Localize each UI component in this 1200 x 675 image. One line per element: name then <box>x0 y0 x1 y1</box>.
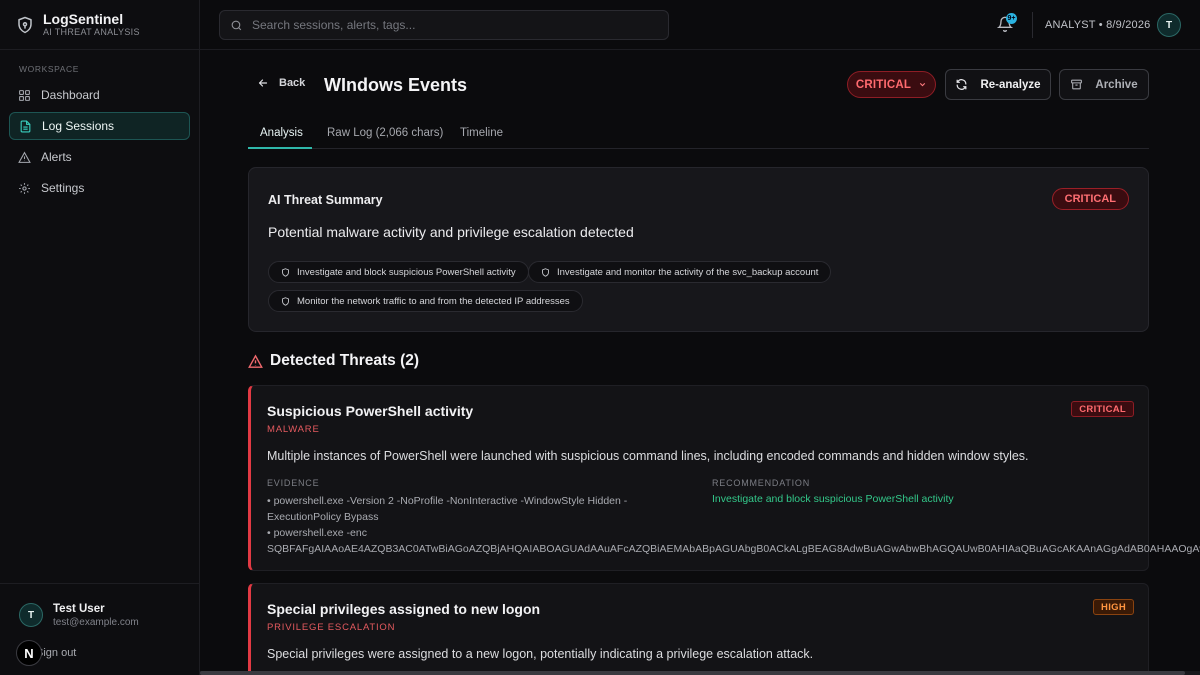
active-tab-indicator <box>248 147 312 149</box>
user-avatar[interactable]: T <box>19 603 43 627</box>
topbar-divider <box>1032 12 1033 38</box>
evidence-item: • powershell.exe -Version 2 -NoProfile -… <box>267 495 628 523</box>
sidebar-item-settings[interactable]: Settings <box>9 174 190 202</box>
archive-label: Archive <box>1095 78 1138 91</box>
evidence-label: EVIDENCE <box>267 478 320 488</box>
sidebar-footer: T Test User test@example.com Sign out N <box>0 583 200 675</box>
warning-icon <box>18 151 31 164</box>
sidebar-item-label: Alerts <box>41 150 72 164</box>
detected-threats-title: Detected Threats (2) <box>270 352 420 369</box>
sidebar-item-label: Dashboard <box>41 88 100 102</box>
summary-title: AI Threat Summary <box>268 193 383 207</box>
warning-icon <box>248 353 263 369</box>
back-label: Back <box>279 77 306 89</box>
next-devtools-badge[interactable]: N <box>16 640 42 666</box>
refresh-icon <box>955 78 968 91</box>
sidebar-item-label: Settings <box>41 181 85 195</box>
arrow-left-icon <box>257 77 269 89</box>
sidebar-item-log-sessions[interactable]: Log Sessions <box>9 112 190 140</box>
brand[interactable]: LogSentinel AI THREAT ANALYSIS <box>0 0 199 50</box>
shield-icon <box>281 296 290 306</box>
threat-severity-badge: HIGH <box>1093 599 1134 615</box>
chevron-down-icon <box>918 80 927 89</box>
workspace-label: WORKSPACE <box>19 64 80 74</box>
back-button[interactable]: Back <box>257 77 305 89</box>
reanalyze-label: Re-analyze <box>980 78 1041 91</box>
summary-severity-badge: CRITICAL <box>1051 188 1129 210</box>
ai-threat-summary-card: AI Threat Summary CRITICAL Potential mal… <box>248 167 1149 332</box>
horizontal-scrollbar-thumb[interactable] <box>200 671 1185 675</box>
threat-card[interactable]: Special privileges assigned to new logon… <box>248 583 1149 675</box>
recommendation-text: Investigate and block suspicious PowerSh… <box>712 493 954 505</box>
threat-description: Special privileges were assigned to a ne… <box>267 647 814 661</box>
sidebar-item-alerts[interactable]: Alerts <box>9 143 190 171</box>
recommendation-pill[interactable]: Investigate and block suspicious PowerSh… <box>268 261 529 283</box>
app-subtitle: AI THREAT ANALYSIS <box>43 27 140 37</box>
shield-icon <box>16 16 34 34</box>
evidence-item: • powershell.exe -enc <box>267 527 367 539</box>
notification-count-badge: 9+ <box>1006 13 1017 24</box>
threat-card[interactable]: Suspicious PowerShell activity MALWARE C… <box>248 385 1200 571</box>
severity-dropdown[interactable]: CRITICAL <box>847 71 936 98</box>
sidebar-item-label: Log Sessions <box>42 119 115 133</box>
user-email: test@example.com <box>53 617 139 628</box>
recommendation-pill[interactable]: Investigate and monitor the activity of … <box>528 261 832 283</box>
page-title: WIndows Events <box>324 75 468 95</box>
evidence-list: • powershell.exe -Version 2 -NoProfile -… <box>267 493 1200 557</box>
recommendation-label: RECOMMENDATION <box>712 478 811 488</box>
tab-analysis[interactable]: Analysis <box>260 127 303 139</box>
sidebar-item-dashboard[interactable]: Dashboard <box>9 81 190 109</box>
threat-title: Special privileges assigned to new logon <box>267 601 541 617</box>
detected-threats-heading: Detected Threats (2) <box>248 352 419 370</box>
archive-icon <box>1070 78 1083 91</box>
tab-timeline[interactable]: Timeline <box>460 127 503 139</box>
threat-title: Suspicious PowerShell activity <box>267 403 474 419</box>
topbar: 9+ ANALYST • 8/9/2026 T <box>200 0 1200 50</box>
search-icon <box>230 19 243 32</box>
search-input[interactable] <box>252 18 652 32</box>
sidebar: LogSentinel AI THREAT ANALYSIS WORKSPACE… <box>0 0 200 675</box>
gear-icon <box>18 182 31 195</box>
topbar-avatar[interactable]: T <box>1157 13 1181 37</box>
document-icon <box>19 120 32 133</box>
tab-raw-log[interactable]: Raw Log (2,066 chars) <box>327 127 443 139</box>
severity-dropdown-label: CRITICAL <box>855 78 912 91</box>
sign-out-link[interactable]: Sign out <box>36 647 76 659</box>
app-name: LogSentinel <box>43 11 124 27</box>
evidence-item-encoded: SQBFAFgAIAAoAE4AZQB3AC0ATwBiAGoAZQBjAHQA… <box>267 543 1200 555</box>
recommendation-pill[interactable]: Monitor the network traffic to and from … <box>268 290 583 312</box>
grid-icon <box>18 89 31 102</box>
recommendation-pill-label: Monitor the network traffic to and from … <box>297 295 570 307</box>
summary-text: Potential malware activity and privilege… <box>268 224 634 240</box>
recommendation-pill-label: Investigate and block suspicious PowerSh… <box>297 266 516 278</box>
reanalyze-button[interactable]: Re-analyze <box>945 69 1051 100</box>
main-content: Back WIndows Events CRITICAL Re-analyze … <box>200 50 1200 675</box>
tab-bar: Analysis Raw Log (2,066 chars) Timeline <box>248 123 1149 149</box>
threat-description: Multiple instances of PowerShell were la… <box>267 449 1029 463</box>
analyst-date-label: ANALYST • 8/9/2026 <box>1045 19 1151 31</box>
recommendation-pill-label: Investigate and monitor the activity of … <box>557 266 819 278</box>
search-bar[interactable] <box>219 10 669 40</box>
threat-category: MALWARE <box>267 424 320 435</box>
user-name: Test User <box>53 603 105 615</box>
shield-icon <box>281 267 290 277</box>
archive-button[interactable]: Archive <box>1059 69 1149 100</box>
threat-category: PRIVILEGE ESCALATION <box>267 622 396 633</box>
shield-icon <box>541 267 550 277</box>
sidebar-nav: Dashboard Log Sessions Alerts Settings <box>9 81 190 205</box>
threat-severity-badge: CRITICAL <box>1071 401 1134 417</box>
horizontal-scrollbar[interactable] <box>200 671 1200 675</box>
